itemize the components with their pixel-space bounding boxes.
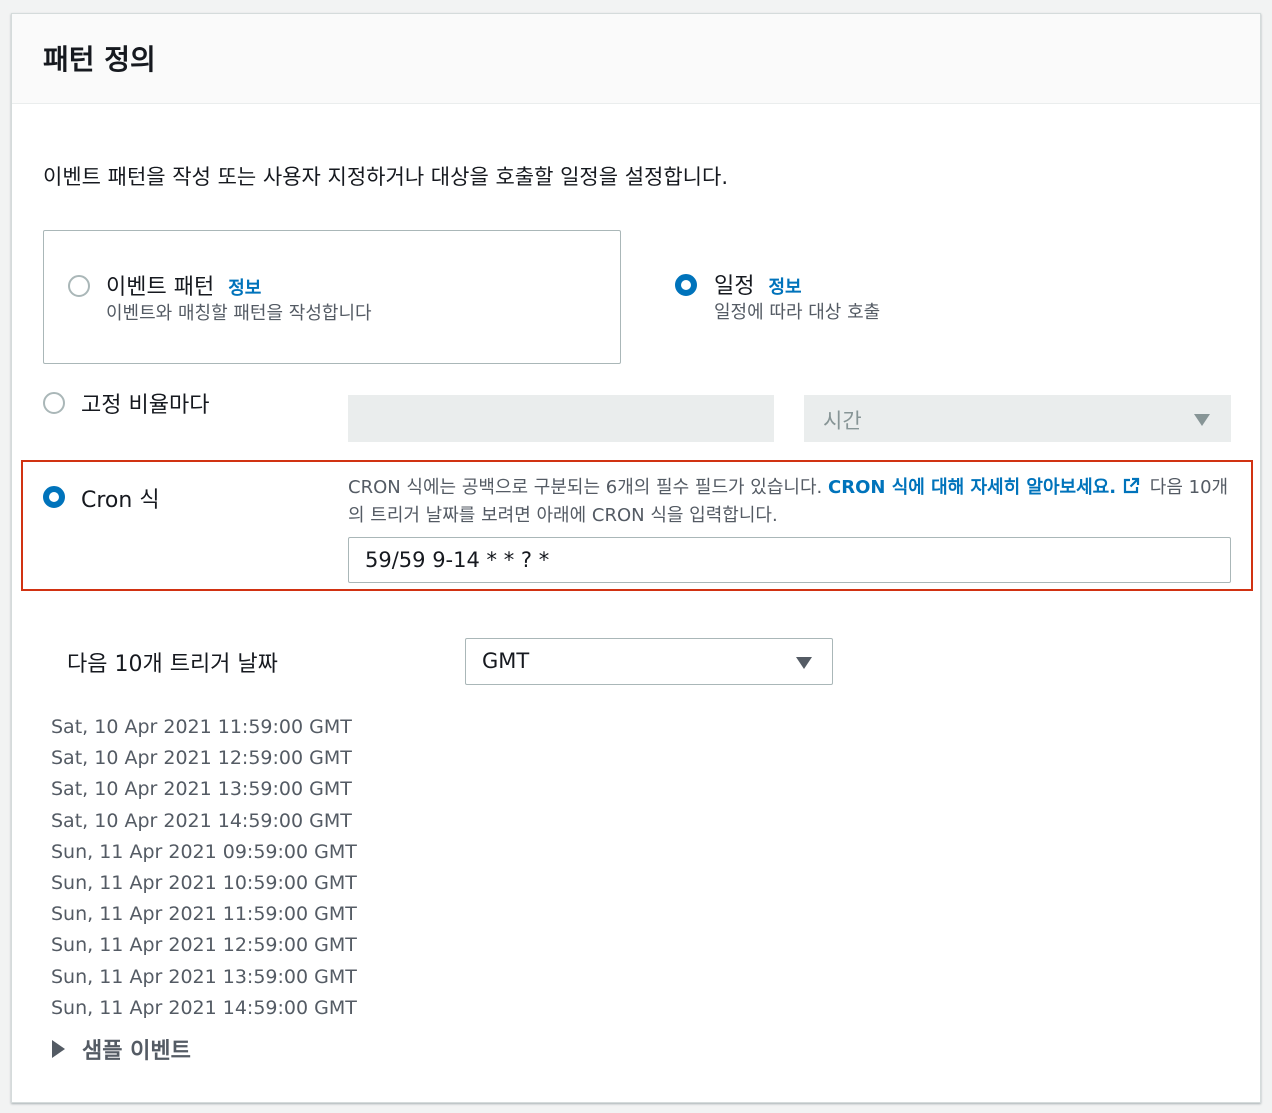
trigger-date: Sun, 11 Apr 2021 14:59:00 GMT xyxy=(51,996,357,1019)
timezone-value: GMT xyxy=(482,649,530,673)
schedule-option: 일정 정보 xyxy=(714,268,802,300)
trigger-date: Sun, 11 Apr 2021 12:59:00 GMT xyxy=(51,934,357,957)
trigger-date: Sat, 10 Apr 2021 12:59:00 GMT xyxy=(51,747,352,770)
caret-right-icon xyxy=(52,1040,65,1058)
panel-header: 패턴 정의 xyxy=(12,14,1260,104)
cron-radio[interactable] xyxy=(43,486,65,508)
schedule-info-link[interactable]: 정보 xyxy=(768,277,801,298)
event-pattern-label: 이벤트 패턴 xyxy=(106,275,215,300)
next-trigger-dates-label: 다음 10개 트리거 날짜 xyxy=(67,652,278,677)
trigger-date: Sun, 11 Apr 2021 11:59:00 GMT xyxy=(51,903,357,926)
event-pattern-radio[interactable] xyxy=(68,275,90,297)
panel-title: 패턴 정의 xyxy=(43,43,156,76)
trigger-date: Sun, 11 Apr 2021 13:59:00 GMT xyxy=(51,965,357,988)
fixed-rate-value-input[interactable] xyxy=(348,395,774,442)
schedule-radio[interactable] xyxy=(675,274,697,296)
caret-down-icon xyxy=(1194,414,1210,426)
external-link-icon[interactable] xyxy=(1122,477,1140,495)
cron-label[interactable]: Cron 식 xyxy=(81,482,160,514)
event-pattern-option: 이벤트 패턴 정보 xyxy=(106,269,261,301)
fixed-rate-unit-select[interactable]: 시간 xyxy=(804,395,1231,442)
fixed-rate-unit-placeholder: 시간 xyxy=(823,409,862,433)
cron-help-text: CRON 식에는 공백으로 구분되는 6개의 필수 필드가 있습니다. CRON… xyxy=(348,474,1233,530)
trigger-date: Sun, 11 Apr 2021 10:59:00 GMT xyxy=(51,871,357,894)
cron-expression-input[interactable] xyxy=(348,537,1231,583)
trigger-dates-list: Sat, 10 Apr 2021 11:59:00 GMT Sat, 10 Ap… xyxy=(51,712,357,1024)
sample-events-toggle[interactable]: 샘플 이벤트 xyxy=(52,1033,191,1065)
define-pattern-panel: 패턴 정의 이벤트 패턴을 작성 또는 사용자 지정하거나 대상을 호출할 일정… xyxy=(11,13,1261,1103)
trigger-date: Sat, 10 Apr 2021 14:59:00 GMT xyxy=(51,809,352,832)
event-pattern-description: 이벤트와 매칭할 패턴을 작성합니다 xyxy=(106,303,372,324)
trigger-date: Sat, 10 Apr 2021 13:59:00 GMT xyxy=(51,778,352,801)
sample-events-label: 샘플 이벤트 xyxy=(82,1039,191,1064)
trigger-date: Sun, 11 Apr 2021 09:59:00 GMT xyxy=(51,840,357,863)
event-pattern-info-link[interactable]: 정보 xyxy=(228,278,261,299)
schedule-description: 일정에 따라 대상 호출 xyxy=(714,302,881,323)
cron-help-prefix: CRON 식에는 공백으로 구분되는 6개의 필수 필드가 있습니다. xyxy=(348,477,823,498)
timezone-select[interactable]: GMT xyxy=(465,638,833,685)
panel-description: 이벤트 패턴을 작성 또는 사용자 지정하거나 대상을 호출할 일정을 설정합니… xyxy=(43,165,728,189)
event-pattern-tile[interactable]: 이벤트 패턴 정보 이벤트와 매칭할 패턴을 작성합니다 xyxy=(43,230,621,364)
fixed-rate-radio[interactable] xyxy=(43,392,65,414)
fixed-rate-label[interactable]: 고정 비율마다 xyxy=(81,387,209,419)
trigger-date: Sat, 10 Apr 2021 11:59:00 GMT xyxy=(51,716,352,738)
schedule-label[interactable]: 일정 xyxy=(714,274,754,299)
cron-learn-more-link[interactable]: CRON 식에 대해 자세히 알아보세요. xyxy=(828,477,1116,498)
caret-down-icon xyxy=(796,657,812,669)
